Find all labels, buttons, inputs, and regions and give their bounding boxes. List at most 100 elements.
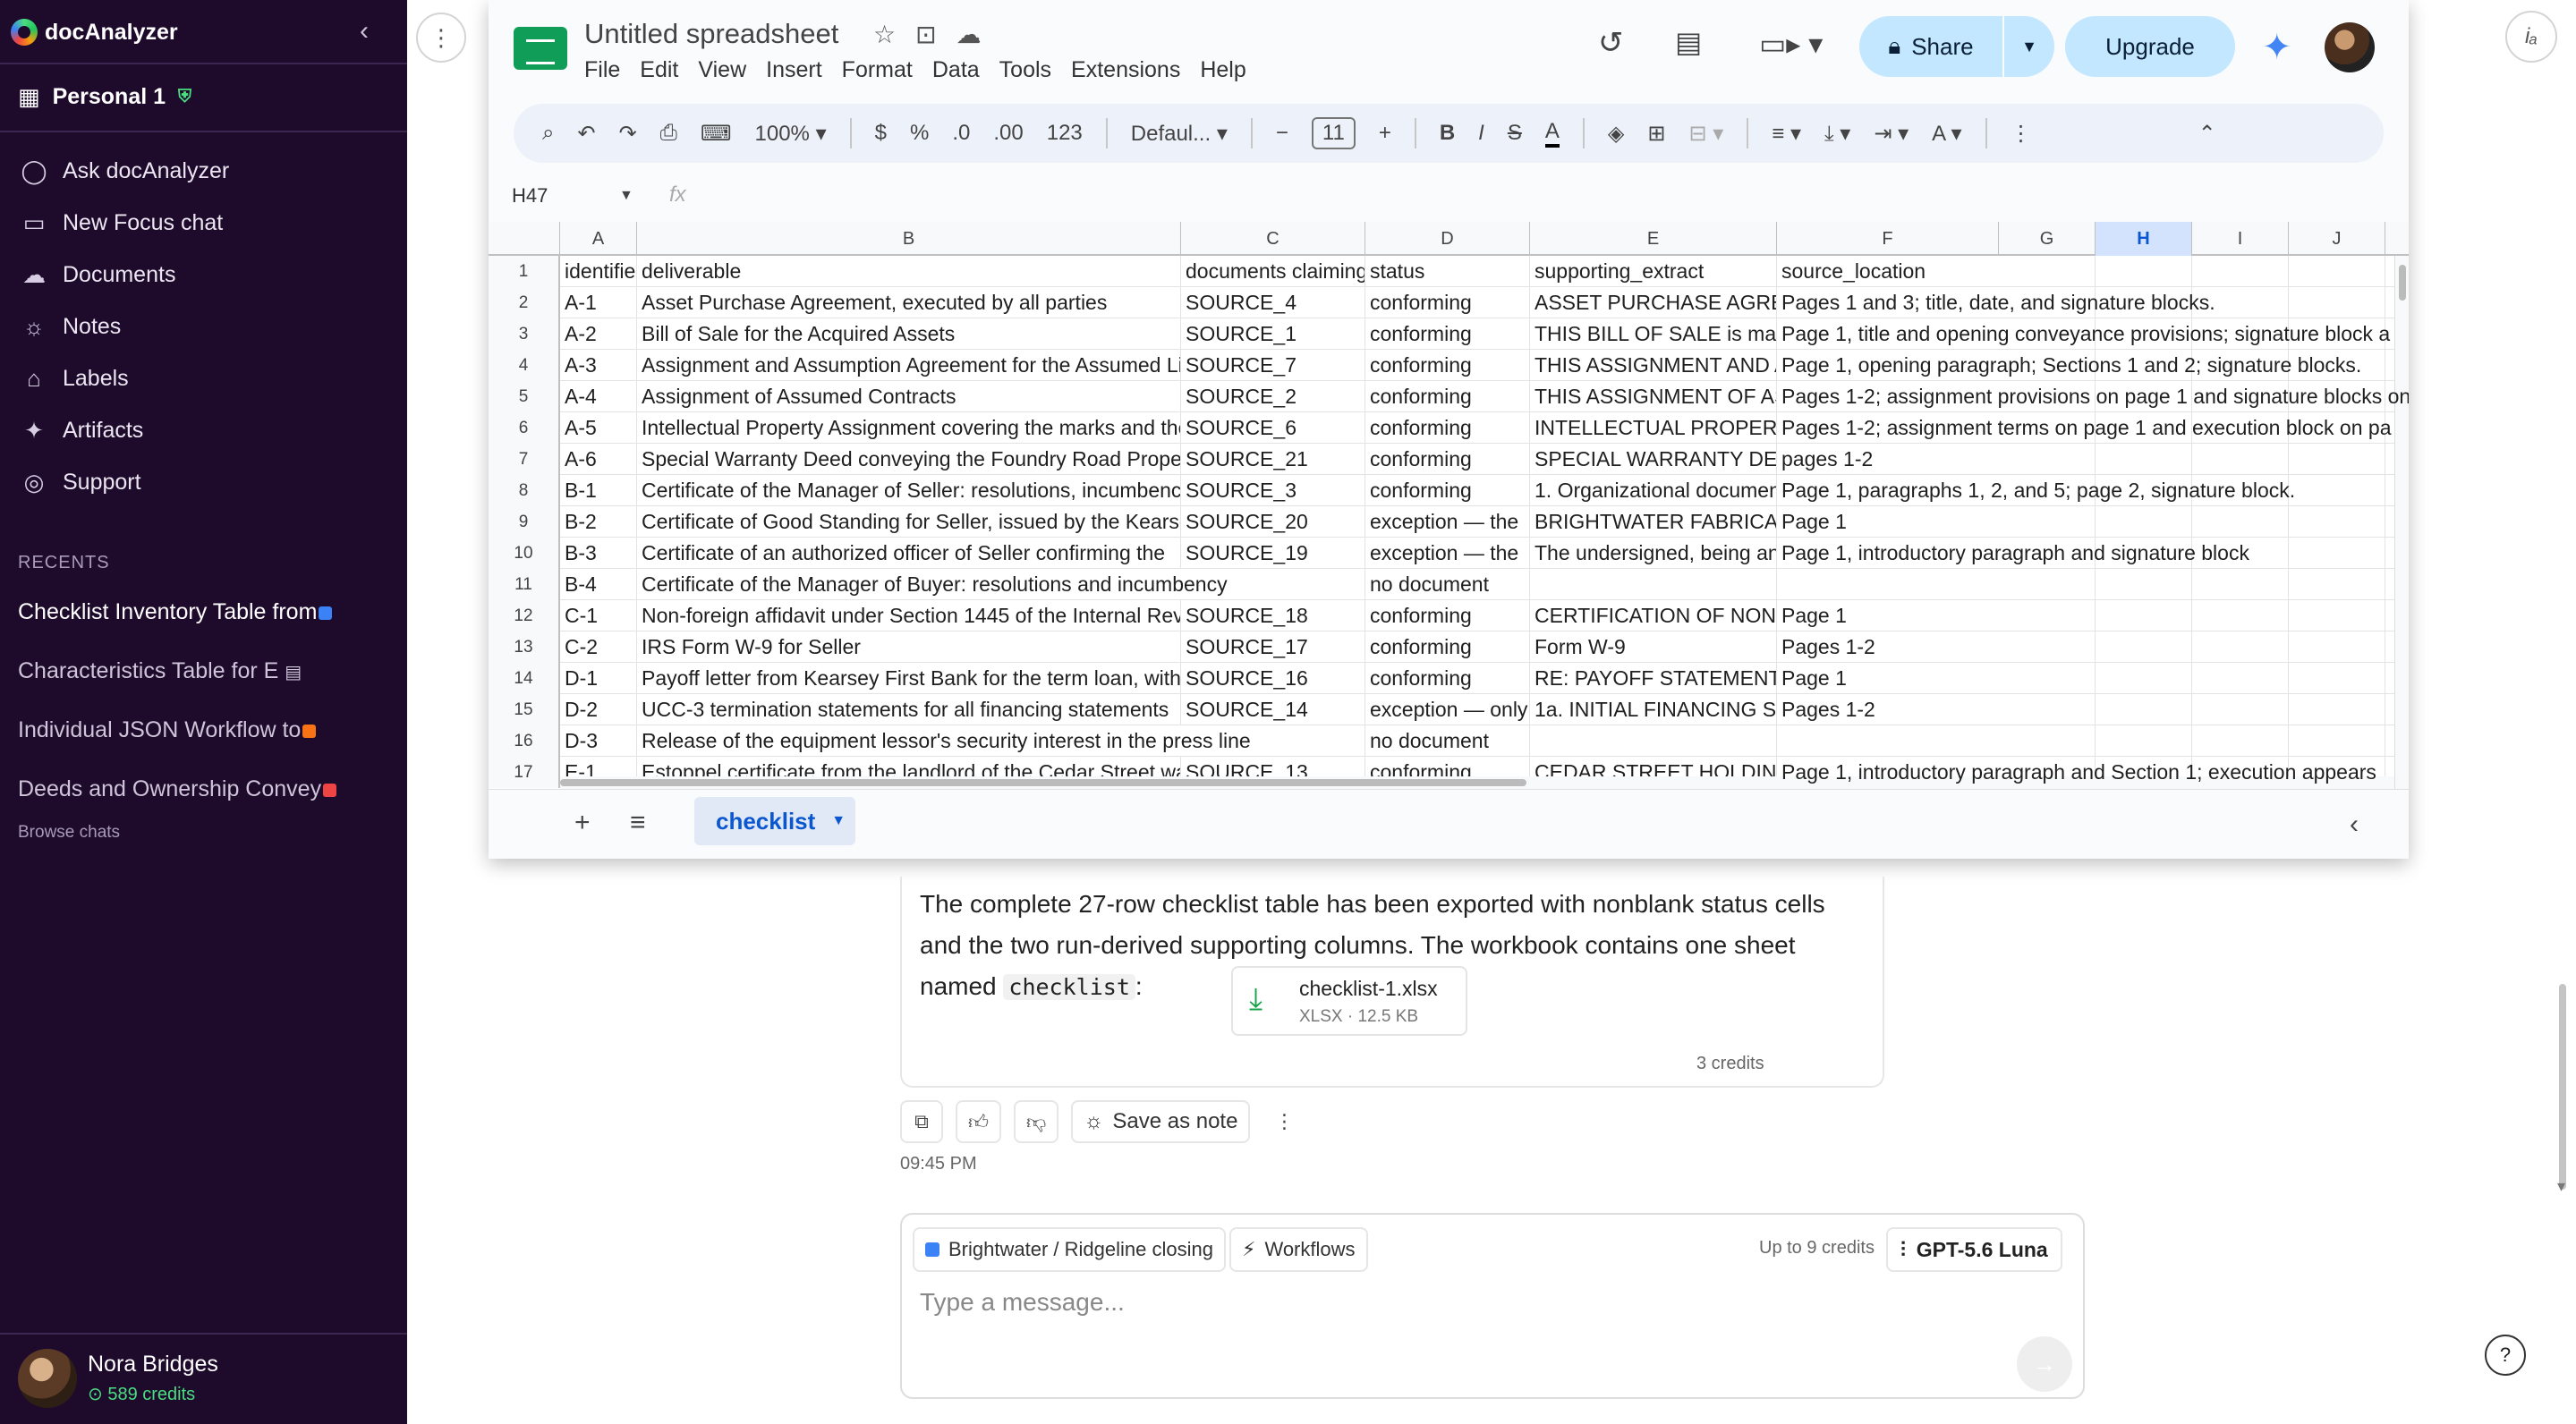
upgrade-button[interactable]: Upgrade bbox=[2065, 16, 2235, 77]
search-menus-icon[interactable]: ⌕ bbox=[542, 121, 554, 146]
nav-support[interactable]: ◎ Support bbox=[18, 469, 141, 496]
cell-a[interactable]: C-2 bbox=[560, 631, 637, 663]
model-selector[interactable]: ⫶ GPT-5.6 Luna bbox=[1886, 1227, 2062, 1272]
more-tools-icon[interactable]: ⋮ bbox=[2011, 121, 2032, 147]
cell-c[interactable]: SOURCE_6 bbox=[1181, 412, 1365, 444]
column-header[interactable]: G bbox=[1999, 222, 2096, 256]
move-folder-icon[interactable]: ⊡ bbox=[915, 21, 956, 48]
row-number[interactable]: 15 bbox=[489, 694, 560, 725]
cell-d[interactable]: conforming bbox=[1365, 600, 1530, 631]
font-size-input[interactable]: 11 bbox=[1311, 117, 1356, 149]
spreadsheet-grid[interactable]: A B C D E F G H I J 1 identifier deliverab… bbox=[489, 222, 2409, 789]
row-number[interactable]: 2 bbox=[489, 287, 560, 318]
decrease-decimal-button[interactable]: .0 bbox=[952, 121, 970, 146]
cloud-status-icon[interactable]: ☁ bbox=[956, 21, 1001, 48]
cell-e[interactable]: SPECIAL WARRANTY DEED bbox=[1530, 444, 1777, 475]
borders-icon[interactable]: ⊞ bbox=[1647, 121, 1665, 147]
cell-c[interactable]: SOURCE_14 bbox=[1181, 694, 1365, 725]
cell-b[interactable]: Intellectual Property Assignment coverin… bbox=[637, 412, 1181, 444]
more-options-button[interactable]: ⋮ bbox=[416, 13, 466, 63]
cell-e[interactable]: THIS ASSIGNMENT AND ASSUMPTION bbox=[1530, 350, 1777, 381]
cell-d[interactable]: status bbox=[1365, 256, 1530, 287]
cell-c[interactable]: SOURCE_20 bbox=[1181, 506, 1365, 538]
cell-e[interactable]: THIS BILL OF SALE is made bbox=[1530, 318, 1777, 350]
cell-a[interactable]: B-2 bbox=[560, 506, 637, 538]
column-header-selected[interactable]: H bbox=[2096, 222, 2192, 256]
percent-format-button[interactable]: % bbox=[910, 121, 929, 146]
row-number[interactable]: 9 bbox=[489, 506, 560, 538]
row-number[interactable]: 11 bbox=[489, 569, 560, 600]
cell-f[interactable]: Pages 1-2; assignment terms on page 1 an… bbox=[1777, 412, 2394, 444]
cell-c[interactable]: SOURCE_21 bbox=[1181, 444, 1365, 475]
fill-color-icon[interactable]: ◈ bbox=[1608, 121, 1624, 147]
cell-b[interactable]: Assignment and Assumption Agreement for … bbox=[637, 350, 1181, 381]
cell-d[interactable]: exception — the bbox=[1365, 506, 1530, 538]
increase-decimal-button[interactable]: .00 bbox=[993, 121, 1023, 146]
cell-e[interactable]: ASSET PURCHASE AGREEMENT bbox=[1530, 287, 1777, 318]
cell-c[interactable]: SOURCE_16 bbox=[1181, 663, 1365, 694]
cell-c[interactable]: SOURCE_2 bbox=[1181, 381, 1365, 412]
scroll-down-icon[interactable]: ▾ bbox=[2557, 1177, 2565, 1196]
cell-f[interactable] bbox=[1777, 725, 2394, 757]
row-number[interactable]: 7 bbox=[489, 444, 560, 475]
avatar[interactable] bbox=[2325, 22, 2375, 72]
cell-b[interactable]: Certificate of Good Standing for Seller,… bbox=[637, 506, 1181, 538]
cell-d[interactable]: conforming bbox=[1365, 318, 1530, 350]
cell-d[interactable]: conforming bbox=[1365, 350, 1530, 381]
cell-e[interactable]: CERTIFICATION OF NON-FOREIGN bbox=[1530, 600, 1777, 631]
cell-e[interactable]: THIS ASSIGNMENT OF ASSUMED bbox=[1530, 381, 1777, 412]
cell-b[interactable]: Bill of Sale for the Acquired Assets bbox=[637, 318, 1181, 350]
cell-f[interactable]: source_location bbox=[1777, 256, 2394, 287]
zoom-select[interactable]: 100% ▾ bbox=[755, 121, 827, 147]
column-header[interactable]: I bbox=[2192, 222, 2289, 256]
nav-documents[interactable]: ☁ Documents bbox=[18, 261, 175, 289]
cell-f[interactable]: Page 1, introductory paragraph and Secti… bbox=[1777, 757, 2394, 788]
print-icon[interactable]: ⎙ bbox=[660, 121, 677, 146]
cell-a[interactable]: A-4 bbox=[560, 381, 637, 412]
cell-c[interactable]: SOURCE_17 bbox=[1181, 631, 1365, 663]
cell-b[interactable]: Asset Purchase Agreement, executed by al… bbox=[637, 287, 1181, 318]
increase-font-size-icon[interactable]: + bbox=[1379, 121, 1391, 146]
collapse-sidebar-icon[interactable]: ‹ bbox=[360, 16, 369, 47]
cell-a[interactable]: C-1 bbox=[560, 600, 637, 631]
cell-c[interactable]: SOURCE_19 bbox=[1181, 538, 1365, 569]
column-header[interactable]: A bbox=[560, 222, 637, 256]
row-number[interactable]: 4 bbox=[489, 350, 560, 381]
nav-artifacts[interactable]: ✦ Artifacts bbox=[18, 417, 143, 445]
cell-a[interactable]: D-3 bbox=[560, 725, 637, 757]
comments-icon[interactable]: ▤ bbox=[1675, 25, 1702, 59]
workspace-selector[interactable]: ▦ Personal 1 ⛨ bbox=[18, 79, 191, 114]
row-number[interactable]: 3 bbox=[489, 318, 560, 350]
cell-d[interactable]: exception — the bbox=[1365, 538, 1530, 569]
copy-button[interactable]: ⧉ bbox=[900, 1100, 943, 1143]
paint-format-icon[interactable]: ⌨ bbox=[701, 121, 732, 147]
decrease-font-size-icon[interactable]: − bbox=[1276, 121, 1288, 146]
cell-b[interactable]: Payoff letter from Kearsey First Bank fo… bbox=[637, 663, 1181, 694]
column-header[interactable]: C bbox=[1181, 222, 1365, 256]
cell-c[interactable]: SOURCE_3 bbox=[1181, 475, 1365, 506]
text-color-icon[interactable]: A bbox=[1544, 119, 1560, 148]
row-number[interactable]: 5 bbox=[489, 381, 560, 412]
cell-f[interactable]: Page 1, title and opening conveyance pro… bbox=[1777, 318, 2394, 350]
recent-chat-item[interactable]: Checklist Inventory Table from bbox=[18, 599, 349, 625]
menu-tools[interactable]: Tools bbox=[999, 57, 1051, 83]
cell-b[interactable]: IRS Form W-9 for Seller bbox=[637, 631, 1181, 663]
bold-icon[interactable]: B bbox=[1440, 121, 1455, 146]
cell-f[interactable] bbox=[1777, 569, 2394, 600]
star-icon[interactable]: ☆ bbox=[873, 21, 915, 48]
name-box-dropdown-icon[interactable]: ▼ bbox=[619, 188, 633, 204]
cell-b[interactable]: Certificate of an authorized officer of … bbox=[637, 538, 1181, 569]
cell-d[interactable]: conforming bbox=[1365, 631, 1530, 663]
text-rotation-icon[interactable]: A ▾ bbox=[1932, 121, 1961, 147]
recent-chat-item[interactable]: Individual JSON Workflow to bbox=[18, 717, 349, 743]
cell-a[interactable]: A-3 bbox=[560, 350, 637, 381]
add-sheet-icon[interactable]: + bbox=[574, 808, 591, 838]
font-select[interactable]: Defaul... ▾ bbox=[1131, 121, 1228, 147]
cell-f[interactable]: Page 1, introductory paragraph and signa… bbox=[1777, 538, 2394, 569]
cell-c[interactable]: SOURCE_4 bbox=[1181, 287, 1365, 318]
cell-f[interactable]: Page 1 bbox=[1777, 506, 2394, 538]
cell-c[interactable]: documents claiming bbox=[1181, 256, 1365, 287]
cell-f[interactable]: Pages 1-2; assignment provisions on page… bbox=[1777, 381, 2409, 412]
help-button[interactable]: ? bbox=[2485, 1335, 2526, 1376]
cell-a[interactable]: B-3 bbox=[560, 538, 637, 569]
